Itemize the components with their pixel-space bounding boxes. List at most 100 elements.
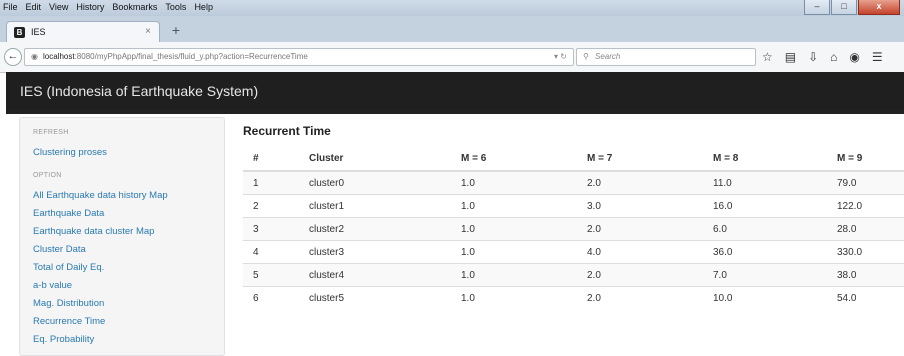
table-cell: 2 xyxy=(243,194,299,218)
search-input[interactable]: ⚲ Search xyxy=(576,48,756,66)
reload-icon[interactable]: ▾ ↻ xyxy=(554,49,567,65)
menu-edit[interactable]: Edit xyxy=(25,2,43,16)
menu-tools[interactable]: Tools xyxy=(164,2,187,16)
table-cell: 1 xyxy=(243,170,299,195)
table-cell: 2.0 xyxy=(577,263,703,287)
table-cell: cluster2 xyxy=(299,217,451,241)
menu-view[interactable]: View xyxy=(48,2,69,16)
table-cell: 36.0 xyxy=(703,240,827,264)
search-icon: ⚲ xyxy=(583,52,589,61)
table-cell: 1.0 xyxy=(451,217,577,241)
table-cell: 2.0 xyxy=(577,217,703,241)
window-controls: – □ x xyxy=(804,0,900,15)
table-cell: 38.0 xyxy=(827,263,904,287)
table-cell: 1.0 xyxy=(451,286,577,309)
table-cell: 28.0 xyxy=(827,217,904,241)
table-cell: cluster1 xyxy=(299,194,451,218)
tab-ies[interactable]: B IES × xyxy=(6,21,160,43)
star-icon[interactable]: ☆ xyxy=(762,50,773,64)
column-header-cluster: Cluster xyxy=(299,146,451,172)
maximize-button[interactable]: □ xyxy=(831,0,857,15)
table-cell: 1.0 xyxy=(451,240,577,264)
minimize-button[interactable]: – xyxy=(804,0,830,15)
navigation-bar: ← ◉ localhost:8080/myPhpApp/final_thesis… xyxy=(0,42,904,73)
toolbar-icons: ☆ ▤ ⇩ ⌂ ◉ ☰ xyxy=(762,50,883,64)
menu-bookmarks[interactable]: Bookmarks xyxy=(111,2,158,16)
table-cell: 6.0 xyxy=(703,217,827,241)
table-cell: 3 xyxy=(243,217,299,241)
sidebar-item-history-map[interactable]: All Earthquake data history Map xyxy=(33,190,168,201)
table-row: 5 cluster4 1.0 2.0 7.0 38.0 xyxy=(243,263,904,287)
table-cell: 1.0 xyxy=(451,170,577,195)
globe-icon: ◉ xyxy=(31,52,38,61)
table-cell: 122.0 xyxy=(827,194,904,218)
table-cell: cluster3 xyxy=(299,240,451,264)
table-cell: 1.0 xyxy=(451,194,577,218)
close-window-button[interactable]: x xyxy=(858,0,900,15)
table-cell: 79.0 xyxy=(827,170,904,195)
menu-help[interactable]: Help xyxy=(193,2,214,16)
url-text: localhost:8080/myPhpApp/final_thesis/flu… xyxy=(43,52,308,61)
table-header-row: # Cluster M = 6 M = 7 M = 8 M = 9 xyxy=(243,146,904,172)
table-row: 3 cluster2 1.0 2.0 6.0 28.0 xyxy=(243,217,904,241)
table-row: 4 cluster3 1.0 4.0 36.0 330.0 xyxy=(243,240,904,264)
back-button[interactable]: ← xyxy=(4,48,22,66)
table-cell: 3.0 xyxy=(577,194,703,218)
menu-bar: File Edit View History Bookmarks Tools H… xyxy=(2,2,214,16)
menu-icon[interactable]: ☰ xyxy=(872,50,883,64)
table-cell: 7.0 xyxy=(703,263,827,287)
table-cell: 330.0 xyxy=(827,240,904,264)
search-placeholder: Search xyxy=(595,52,621,61)
bootstrap-favicon-icon: B xyxy=(14,27,25,38)
tab-strip: B IES × + xyxy=(0,16,904,43)
sidebar-item-ab-value[interactable]: a-b value xyxy=(33,280,72,291)
table-cell: 6 xyxy=(243,286,299,309)
column-header-m7: M = 7 xyxy=(577,146,703,172)
menu-file[interactable]: File xyxy=(2,2,19,16)
table-cell: 5 xyxy=(243,263,299,287)
table-row: 1 cluster0 1.0 2.0 11.0 79.0 xyxy=(243,170,904,195)
table-cell: cluster0 xyxy=(299,170,451,195)
app-header: IES (Indonesia of Earthquake System) xyxy=(6,72,904,114)
window-titlebar: File Edit View History Bookmarks Tools H… xyxy=(0,0,904,16)
table-cell: 54.0 xyxy=(827,286,904,309)
column-header-m9: M = 9 xyxy=(827,146,904,172)
sidebar-header-option: OPTION xyxy=(33,172,62,179)
sidebar-item-cluster-map[interactable]: Earthquake data cluster Map xyxy=(33,226,154,237)
clipboard-icon[interactable]: ▤ xyxy=(785,50,796,64)
sidebar-header-refresh: REFRESH xyxy=(33,129,69,136)
sidebar-item-mag-distribution[interactable]: Mag. Distribution xyxy=(33,298,104,309)
new-tab-button[interactable]: + xyxy=(168,22,184,38)
table-cell: 1.0 xyxy=(451,263,577,287)
page-title: Recurrent Time xyxy=(243,124,331,138)
table-row: 6 cluster5 1.0 2.0 10.0 54.0 xyxy=(243,286,904,309)
tab-close-icon[interactable]: × xyxy=(145,26,151,37)
table-cell: 4.0 xyxy=(577,240,703,264)
column-header-number: # xyxy=(243,146,299,172)
column-header-m8: M = 8 xyxy=(703,146,827,172)
table-cell: 2.0 xyxy=(577,286,703,309)
table-cell: 4 xyxy=(243,240,299,264)
table-cell: cluster5 xyxy=(299,286,451,309)
sidebar-item-eq-probability[interactable]: Eq. Probability xyxy=(33,334,94,345)
app-title[interactable]: IES (Indonesia of Earthquake System) xyxy=(20,83,258,99)
table-cell: 10.0 xyxy=(703,286,827,309)
tab-title: IES xyxy=(31,27,46,37)
sidebar-item-recurrence-time[interactable]: Recurrence Time xyxy=(33,316,105,327)
download-icon[interactable]: ⇩ xyxy=(808,50,818,64)
table-cell: 11.0 xyxy=(703,170,827,195)
menu-history[interactable]: History xyxy=(75,2,105,16)
table-row: 2 cluster1 1.0 3.0 16.0 122.0 xyxy=(243,194,904,218)
column-header-m6: M = 6 xyxy=(451,146,577,172)
recurrence-table: # Cluster M = 6 M = 7 M = 8 M = 9 1 clus… xyxy=(243,146,904,309)
table-cell: 2.0 xyxy=(577,170,703,195)
sidebar-item-daily-eq[interactable]: Total of Daily Eq. xyxy=(33,262,104,273)
home-icon[interactable]: ⌂ xyxy=(830,50,837,64)
table-cell: cluster4 xyxy=(299,263,451,287)
chat-icon[interactable]: ◉ xyxy=(849,50,859,64)
sidebar-item-earthquake-data[interactable]: Earthquake Data xyxy=(33,208,104,219)
sidebar-item-clustering-proses[interactable]: Clustering proses xyxy=(33,147,107,158)
sidebar-item-cluster-data[interactable]: Cluster Data xyxy=(33,244,86,255)
url-bar[interactable]: ◉ localhost:8080/myPhpApp/final_thesis/f… xyxy=(24,48,574,66)
table-cell: 16.0 xyxy=(703,194,827,218)
